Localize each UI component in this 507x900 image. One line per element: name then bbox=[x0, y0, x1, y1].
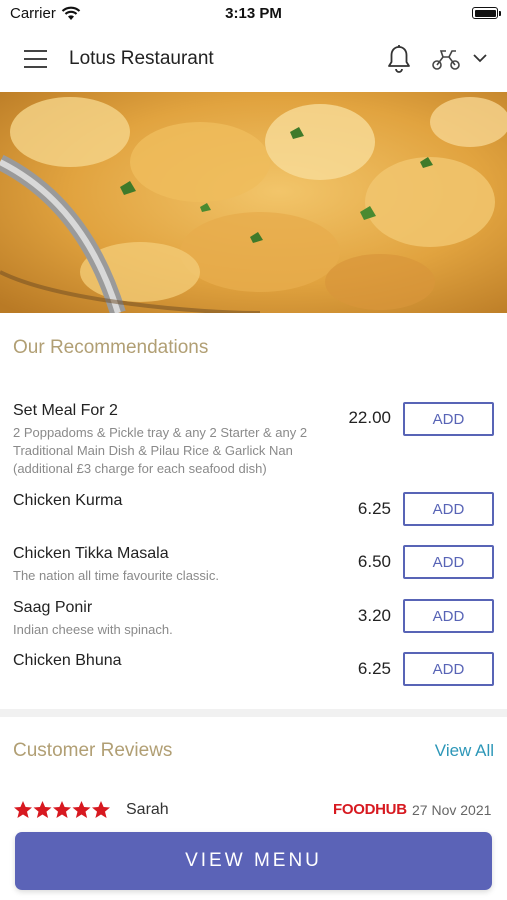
menu-item-price: 3.20 bbox=[357, 606, 391, 625]
menu-item-description: Indian cheese with spinach. bbox=[13, 622, 173, 637]
menu-item-name: Chicken Tikka Masala bbox=[13, 545, 169, 562]
menu-item-price: 22.00 bbox=[348, 408, 391, 427]
menu-item-price: 6.25 bbox=[357, 499, 391, 518]
star-icon bbox=[53, 801, 71, 818]
chevron-down-icon[interactable] bbox=[473, 54, 487, 63]
star-icon bbox=[33, 801, 52, 818]
menu-item-price: 6.25 bbox=[357, 659, 391, 678]
star-rating bbox=[14, 801, 110, 818]
add-button[interactable]: ADD bbox=[403, 492, 494, 526]
hamburger-menu-icon[interactable] bbox=[24, 50, 47, 68]
add-button[interactable]: ADD bbox=[403, 545, 494, 579]
menu-item-price: 6.50 bbox=[357, 552, 391, 571]
status-bar: Carrier 3:13 PM bbox=[0, 0, 507, 28]
restaurant-title: Lotus Restaurant bbox=[69, 48, 214, 69]
add-button[interactable]: ADD bbox=[403, 402, 494, 436]
view-menu-button[interactable]: VIEW MENU bbox=[15, 832, 492, 890]
add-button[interactable]: ADD bbox=[403, 599, 494, 633]
reviewer-name: Sarah bbox=[126, 801, 169, 818]
view-all-link[interactable]: View All bbox=[435, 741, 494, 761]
app-header: Lotus Restaurant bbox=[0, 28, 507, 92]
clock: 3:13 PM bbox=[225, 5, 282, 22]
section-divider bbox=[0, 709, 507, 717]
recommendations-title: Our Recommendations bbox=[13, 337, 209, 358]
review-date: 27 Nov 2021 bbox=[412, 802, 492, 818]
star-icon bbox=[72, 801, 91, 818]
menu-item-name: Saag Ponir bbox=[13, 599, 93, 616]
delivery-scooter-icon[interactable] bbox=[431, 46, 461, 72]
menu-item-description: The nation all time favourite classic. bbox=[13, 568, 219, 583]
star-icon bbox=[92, 801, 110, 818]
reviews-title: Customer Reviews bbox=[13, 740, 173, 761]
star-icon bbox=[14, 801, 32, 818]
menu-item-name: Set Meal For 2 bbox=[13, 402, 118, 419]
menu-item-name: Chicken Bhuna bbox=[13, 652, 122, 669]
add-button[interactable]: ADD bbox=[403, 652, 494, 686]
bell-icon[interactable] bbox=[386, 44, 412, 74]
battery-icon bbox=[472, 7, 501, 19]
menu-item-name: Chicken Kurma bbox=[13, 492, 123, 509]
menu-item-description: 2 Poppadoms & Pickle tray & any 2 Starte… bbox=[13, 425, 308, 476]
hero-food-image bbox=[0, 92, 507, 313]
review-source-logo: FOODHUB bbox=[333, 801, 407, 818]
